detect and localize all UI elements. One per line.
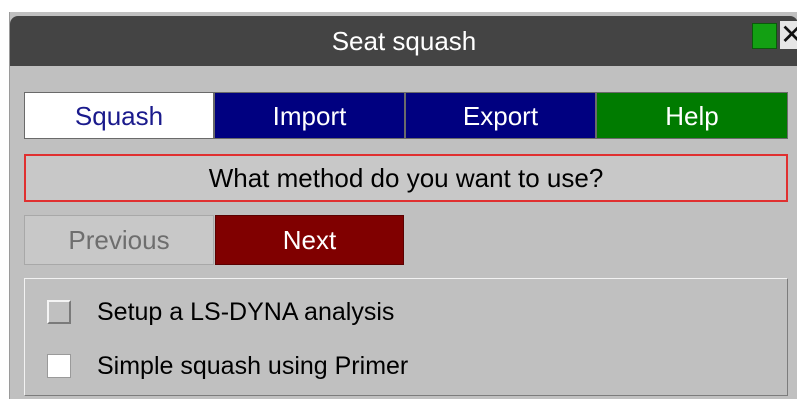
tab-export[interactable]: Export <box>405 92 596 139</box>
close-icon[interactable]: ✕ <box>780 21 797 49</box>
seat-squash-window: Seat squash ✕ Squash Import Export Help … <box>9 12 797 399</box>
tab-import[interactable]: Import <box>214 92 405 139</box>
method-options-panel: Setup a LS-DYNA analysis Simple squash u… <box>24 278 788 396</box>
checkbox-setup-ls-dyna[interactable] <box>47 300 71 324</box>
checkbox-simple-squash[interactable] <box>47 354 71 378</box>
option-label-setup-ls-dyna: Setup a LS-DYNA analysis <box>97 297 395 326</box>
title-bar[interactable]: Seat squash ✕ <box>10 16 797 66</box>
option-simple-squash[interactable]: Simple squash using Primer <box>47 346 408 386</box>
previous-button[interactable]: Previous <box>24 215 214 265</box>
option-label-simple-squash: Simple squash using Primer <box>97 351 409 380</box>
green-square-icon[interactable] <box>752 23 777 49</box>
tab-help[interactable]: Help <box>596 92 788 139</box>
window-title: Seat squash <box>331 26 477 56</box>
method-prompt: What method do you want to use? <box>24 154 788 202</box>
option-setup-ls-dyna[interactable]: Setup a LS-DYNA analysis <box>47 292 394 332</box>
next-button[interactable]: Next <box>215 215 404 265</box>
tab-bar: Squash Import Export Help <box>24 92 788 139</box>
tab-squash[interactable]: Squash <box>24 92 214 139</box>
